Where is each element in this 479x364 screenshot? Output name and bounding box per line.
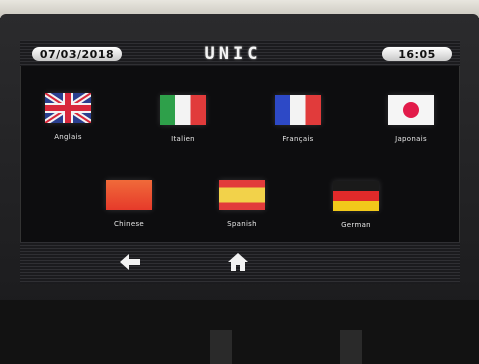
japan-sun-disc bbox=[403, 102, 419, 118]
time-display: 16:05 bbox=[382, 47, 452, 61]
back-arrow-icon bbox=[120, 254, 140, 270]
language-label: Japonais bbox=[395, 135, 427, 143]
language-label: Italien bbox=[171, 135, 195, 143]
date-display: 07/03/2018 bbox=[32, 47, 122, 61]
language-option-chinese[interactable]: Chinese bbox=[89, 180, 169, 228]
language-label: Anglais bbox=[54, 133, 82, 141]
china-flag-icon bbox=[106, 180, 152, 210]
environment-bottom bbox=[0, 300, 479, 364]
language-label: Français bbox=[282, 135, 314, 143]
italy-flag-icon bbox=[160, 95, 206, 125]
home-icon bbox=[228, 253, 248, 271]
language-label: Spanish bbox=[227, 220, 257, 228]
spain-flag-icon bbox=[219, 180, 265, 210]
germany-flag-icon bbox=[333, 181, 379, 211]
language-option-spanish[interactable]: Spanish bbox=[202, 180, 282, 228]
language-option-francais[interactable]: Français bbox=[258, 95, 338, 143]
uk-flag-icon bbox=[45, 93, 91, 123]
stand-leg bbox=[340, 330, 362, 364]
stand-leg bbox=[210, 330, 232, 364]
home-button[interactable] bbox=[226, 250, 250, 274]
back-button[interactable] bbox=[118, 250, 142, 274]
language-option-anglais[interactable]: Anglais bbox=[28, 93, 108, 141]
language-label: German bbox=[341, 221, 371, 229]
language-option-japonais[interactable]: Japonais bbox=[371, 95, 451, 143]
language-label: Chinese bbox=[113, 220, 145, 228]
language-option-italien[interactable]: Italien bbox=[143, 95, 223, 143]
language-option-german[interactable]: German bbox=[316, 181, 396, 229]
touch-screen: 07/03/2018 UNIC 16:05 Anglais Italien Fr… bbox=[20, 40, 460, 284]
japan-flag-icon bbox=[388, 95, 434, 125]
brand-logo: UNIC bbox=[204, 44, 262, 64]
france-flag-icon bbox=[275, 95, 321, 125]
